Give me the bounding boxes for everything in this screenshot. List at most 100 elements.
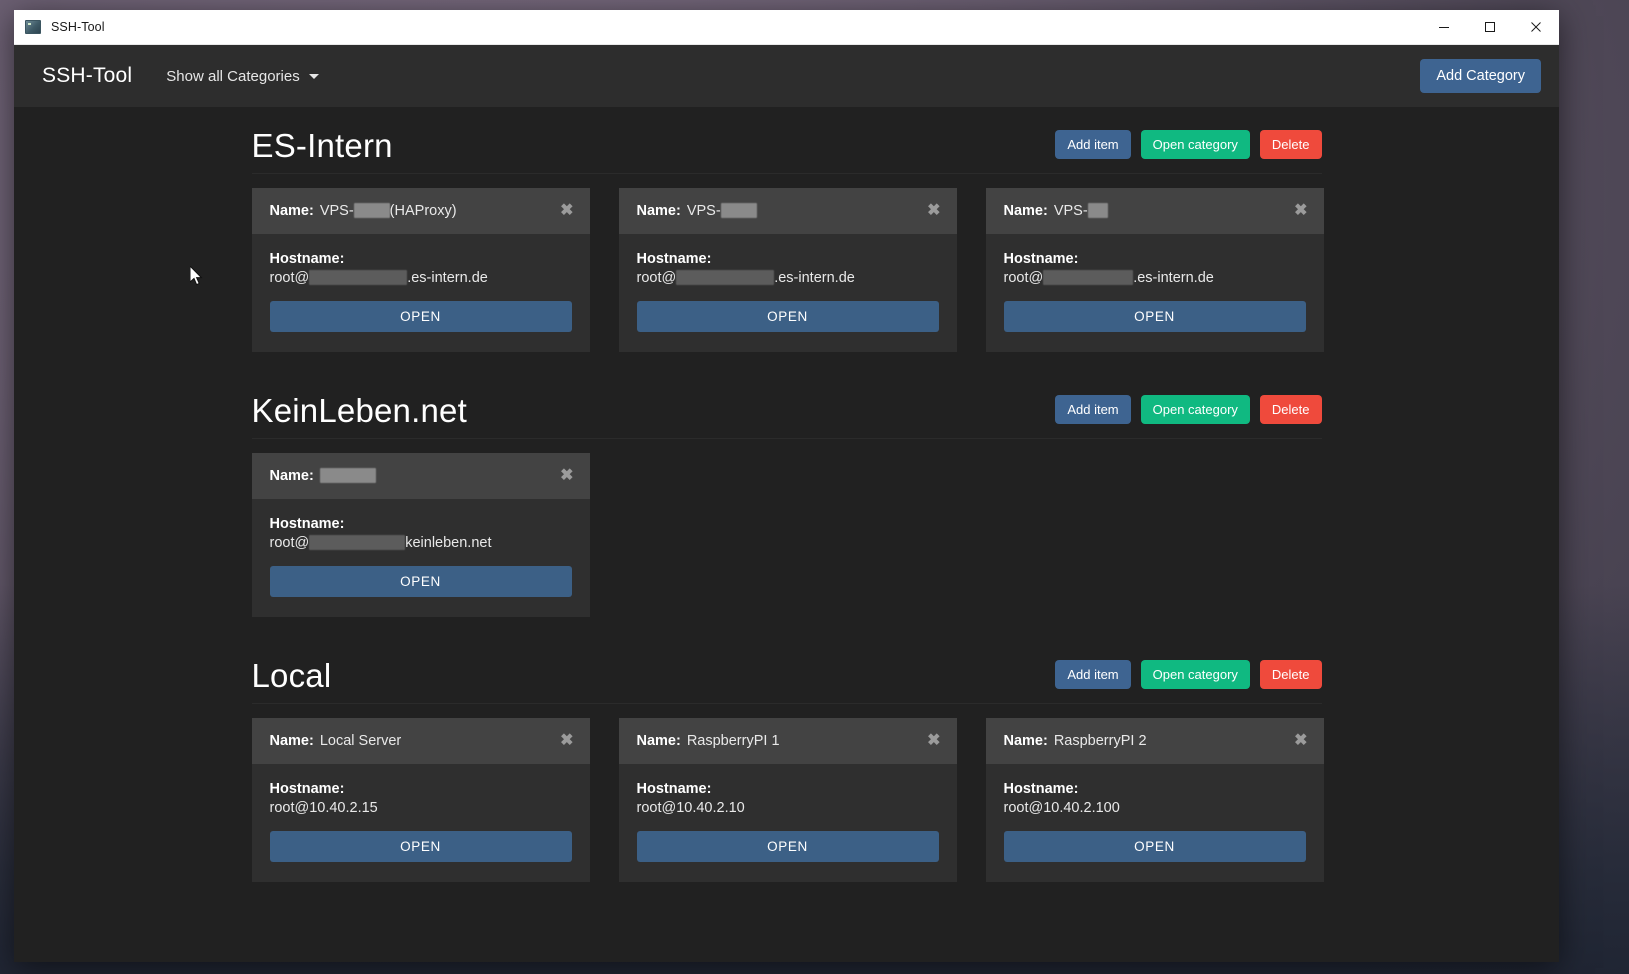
open-connection-button[interactable]: OPEN — [636, 830, 939, 862]
name-prefix: RaspberryPI 1 — [686, 732, 780, 749]
hostname-value: root@ .es-intern.de — [270, 270, 572, 286]
host-prefix: root@ — [269, 269, 310, 286]
host-prefix: root@10.40.2.10 — [636, 799, 745, 816]
host-prefix: root@ — [1003, 269, 1044, 286]
app-window: SSH-Tool SSH-Tool Show all Categories Ad… — [14, 10, 1559, 962]
add-item-button[interactable]: Add item — [1055, 394, 1131, 424]
name-prefix: VPS- — [1053, 202, 1088, 219]
card-name-value: RaspberryPI 1 — [687, 733, 780, 749]
hostname-value: root@10.40.2.15 — [270, 800, 572, 816]
hostname-value: root@10.40.2.10 — [637, 800, 939, 816]
remove-item-icon[interactable]: ✖ — [560, 202, 573, 219]
redacted-host-block — [309, 270, 408, 286]
card-name-value: Local Server — [320, 733, 401, 749]
minimize-button[interactable] — [1421, 10, 1467, 44]
remove-item-icon[interactable]: ✖ — [1294, 202, 1307, 219]
delete-category-button[interactable]: Delete — [1259, 394, 1322, 424]
name-prefix: Local Server — [319, 732, 402, 749]
host-prefix: root@ — [269, 534, 310, 551]
name-label: Name: — [636, 202, 681, 219]
card-name-value — [319, 468, 376, 484]
host-prefix: root@10.40.2.15 — [269, 799, 378, 816]
connection-card: Name: VPS- ✖ Hostname: root@ .es-intern.de OPE… — [985, 187, 1324, 352]
connection-card: Name: ✖ Hostname: root@ keinleben.net OPEN — [251, 452, 590, 617]
connection-card: Name: RaspberryPI 1 ✖ Hostname: root@10.40.2… — [618, 717, 957, 882]
name-label: Name: — [1003, 202, 1048, 219]
remove-item-icon[interactable]: ✖ — [560, 732, 573, 749]
terminal-icon — [25, 20, 41, 34]
connection-card: Name: VPS- (HAProxy) ✖ Hostname: root@ .es-in… — [251, 187, 590, 352]
card-header: Name: Local Server ✖ — [251, 717, 590, 764]
connection-card: Name: RaspberryPI 2 ✖ Hostname: root@10.40.2… — [985, 717, 1324, 882]
close-icon — [1531, 22, 1541, 32]
redacted-host-block — [1043, 270, 1134, 286]
name-suffix: (HAProxy) — [389, 202, 457, 219]
open-category-button[interactable]: Open category — [1140, 659, 1250, 689]
host-suffix: keinleben.net — [405, 534, 492, 551]
category-title: ES-Intern — [251, 127, 393, 164]
redacted-name-block — [353, 203, 390, 219]
open-connection-button[interactable]: OPEN — [269, 565, 572, 597]
hostname-value: root@ keinleben.net — [270, 535, 572, 551]
redacted-name-block — [1087, 203, 1108, 219]
name-prefix: RaspberryPI 2 — [1053, 732, 1147, 749]
hostname-label: Hostname: — [636, 780, 712, 797]
app-brand[interactable]: SSH-Tool — [42, 64, 132, 88]
hostname-label: Hostname: — [269, 780, 345, 797]
window-title: SSH-Tool — [51, 20, 105, 34]
connection-card: Name: Local Server ✖ Hostname: root@10.40.2.… — [251, 717, 590, 882]
open-connection-button[interactable]: OPEN — [1003, 830, 1306, 862]
add-item-button[interactable]: Add item — [1055, 129, 1131, 159]
maximize-icon — [1485, 22, 1495, 32]
card-body: Hostname: root@ .es-intern.de OPEN — [986, 234, 1324, 352]
name-label: Name: — [269, 732, 314, 749]
open-connection-button[interactable]: OPEN — [636, 300, 939, 332]
host-prefix: root@10.40.2.100 — [1003, 799, 1120, 816]
category-title: KeinLeben.net — [251, 391, 467, 429]
card-name-value: RaspberryPI 2 — [1054, 733, 1147, 749]
remove-item-icon[interactable]: ✖ — [927, 732, 940, 749]
category-section: Local Add item Open category Delete Name: Loc… — [251, 656, 1324, 882]
close-button[interactable] — [1513, 10, 1559, 44]
connection-card: Name: VPS- ✖ Hostname: root@ .es-intern.de OPE… — [618, 187, 957, 352]
category-header: Local Add item Open category Delete — [251, 656, 1322, 704]
open-connection-button[interactable]: OPEN — [269, 830, 572, 862]
app-navbar: SSH-Tool Show all Categories Add Categor… — [14, 45, 1559, 107]
chevron-down-icon — [308, 73, 319, 79]
category-filter-dropdown[interactable]: Show all Categories — [166, 68, 319, 85]
redacted-host-block — [676, 270, 775, 286]
card-body: Hostname: root@10.40.2.10 OPEN — [619, 764, 957, 882]
remove-item-icon[interactable]: ✖ — [1294, 732, 1307, 749]
maximize-button[interactable] — [1467, 10, 1513, 44]
remove-item-icon[interactable]: ✖ — [927, 202, 940, 219]
card-body: Hostname: root@10.40.2.15 OPEN — [252, 764, 590, 882]
name-prefix: VPS- — [319, 202, 354, 219]
category-section: ES-Intern Add item Open category Delete Name… — [251, 127, 1324, 352]
remove-item-icon[interactable]: ✖ — [560, 467, 573, 484]
card-header: Name: RaspberryPI 1 ✖ — [618, 717, 957, 764]
hostname-value: root@ .es-intern.de — [1004, 270, 1306, 286]
category-header: ES-Intern Add item Open category Delete — [251, 127, 1322, 174]
hostname-label: Hostname: — [269, 250, 345, 267]
hostname-value: root@ .es-intern.de — [637, 270, 939, 286]
delete-category-button[interactable]: Delete — [1259, 129, 1322, 159]
category-section: KeinLeben.net Add item Open category Delete… — [251, 391, 1322, 617]
redacted-name-block — [319, 468, 376, 484]
delete-category-button[interactable]: Delete — [1259, 659, 1322, 689]
name-label: Name: — [269, 202, 314, 219]
card-list: Name: ✖ Hostname: root@ keinleben.net OPEN — [251, 452, 1322, 617]
open-connection-button[interactable]: OPEN — [1003, 300, 1306, 332]
add-item-button[interactable]: Add item — [1055, 659, 1131, 689]
window-titlebar[interactable]: SSH-Tool — [14, 10, 1559, 45]
open-connection-button[interactable]: OPEN — [269, 300, 572, 332]
open-category-button[interactable]: Open category — [1140, 394, 1250, 424]
window-controls — [1421, 10, 1559, 44]
category-title: Local — [251, 656, 332, 694]
name-label: Name: — [636, 732, 681, 749]
categories-container: ES-Intern Add item Open category Delete Name… — [14, 107, 1559, 962]
add-category-button[interactable]: Add Category — [1420, 59, 1541, 93]
category-actions: Add item Open category Delete — [1055, 394, 1322, 430]
minimize-icon — [1439, 27, 1449, 28]
category-header: KeinLeben.net Add item Open category Delete — [251, 391, 1322, 439]
open-category-button[interactable]: Open category — [1140, 129, 1250, 159]
